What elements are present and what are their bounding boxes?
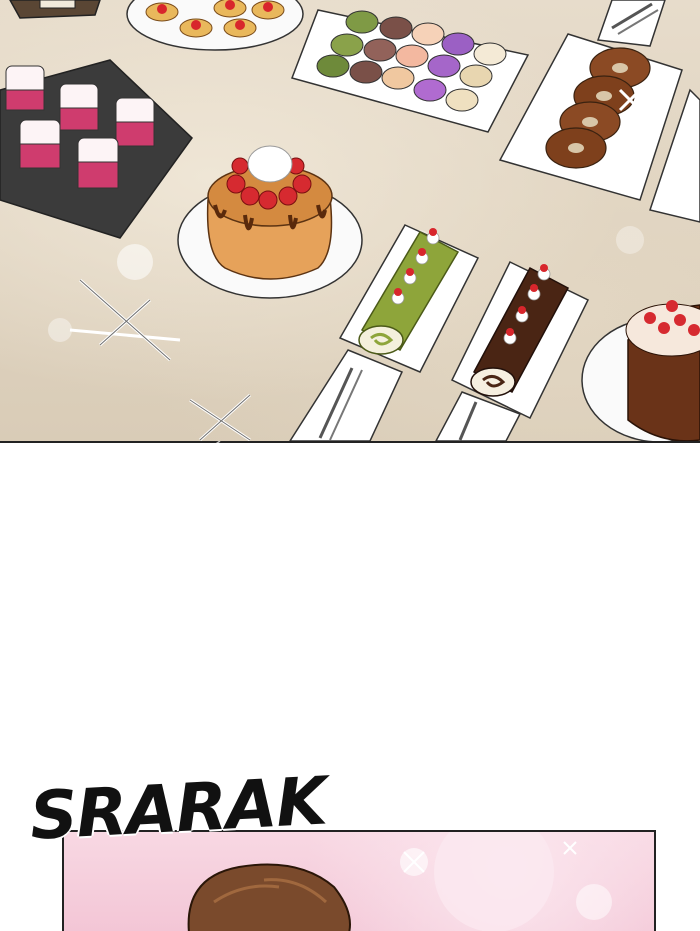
strawberry-bundt-cake [177, 145, 363, 299]
chocolate-roll-cake [450, 260, 590, 420]
tart-tray-top-left [9, 0, 101, 19]
page-gutter [0, 443, 700, 793]
panna-cotta-tray [0, 59, 193, 239]
dessert-buffet-illustration [0, 0, 700, 441]
strawberry-layer-cake [581, 300, 700, 441]
dessert-buffet-panel [0, 0, 700, 443]
sound-effect-text: SRARAK [28, 762, 329, 855]
character-hair [187, 863, 351, 931]
serving-tongs-top [596, 0, 666, 47]
macaron-tray [291, 9, 530, 133]
serving-tongs-left [289, 349, 404, 441]
fruit-tart-plate [126, 0, 304, 51]
donut-tray [498, 33, 683, 201]
